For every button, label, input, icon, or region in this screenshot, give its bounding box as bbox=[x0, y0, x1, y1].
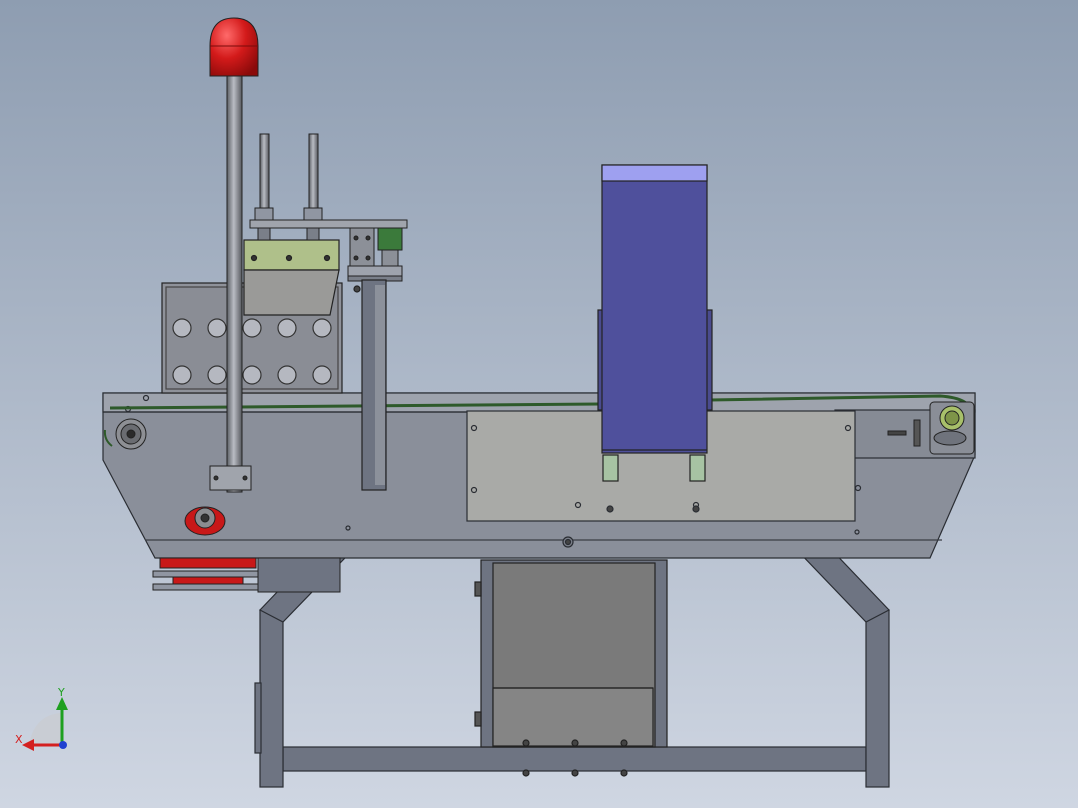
metal-detector bbox=[597, 164, 713, 482]
cad-viewport[interactable]: X Y bbox=[0, 0, 1078, 808]
triad-x-label: X bbox=[15, 733, 23, 746]
lower-cabinet bbox=[474, 559, 668, 777]
left-roller bbox=[115, 418, 147, 450]
frame-left-leg bbox=[259, 609, 284, 788]
bracket-column bbox=[361, 279, 387, 491]
conveyor-assembly-model bbox=[0, 0, 1078, 808]
red-beacon-cap bbox=[209, 17, 259, 77]
frame-bottom-beam bbox=[282, 746, 867, 772]
triad-y-label: Y bbox=[58, 686, 65, 699]
frame-right-leg bbox=[865, 609, 890, 788]
